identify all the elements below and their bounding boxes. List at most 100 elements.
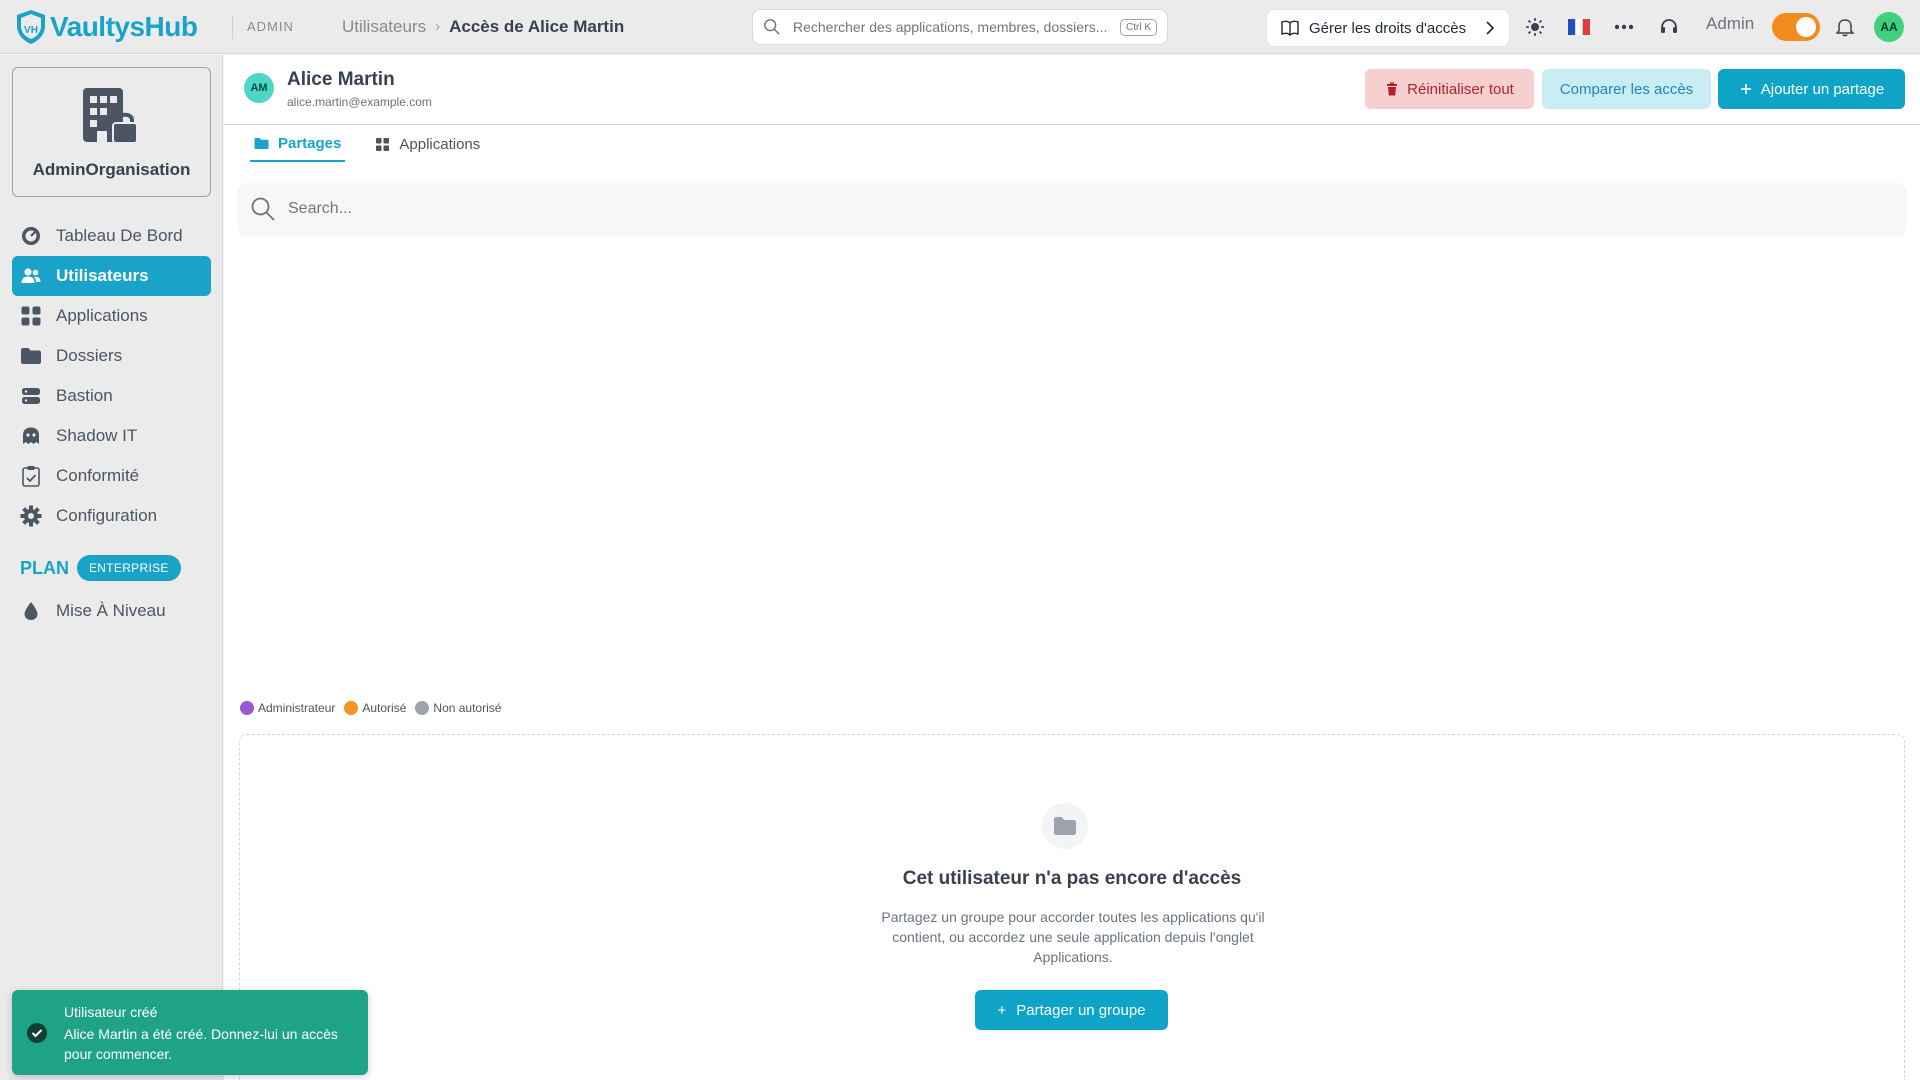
plan-badge: ENTERPRISE	[77, 555, 181, 581]
upgrade-section: Mise À Niveau	[12, 591, 211, 631]
user-avatar-badge: AM	[244, 73, 274, 103]
tab-applications[interactable]: Applications	[371, 135, 484, 162]
sidebar-item-upgrade[interactable]: Mise À Niveau	[12, 591, 211, 631]
legend-authorized: Autorisé	[344, 701, 406, 715]
grid-icon	[376, 138, 390, 151]
trash-icon	[1387, 82, 1398, 96]
building-lock-icon	[82, 88, 138, 144]
plan-row: PLAN ENTERPRISE	[20, 555, 181, 581]
shares-search-input[interactable]	[288, 200, 1906, 218]
top-bar: VH VaultysHub ADMIN Utilisateurs › Accès…	[0, 0, 1920, 54]
sidebar-nav: Tableau De Bord Utilisateurs Application…	[12, 216, 211, 536]
sidebar: AdminOrganisation Tableau De Bord Utilis…	[0, 55, 223, 1080]
sidebar-item-configuration[interactable]: Configuration	[12, 496, 211, 536]
breadcrumb-separator: ›	[435, 18, 441, 35]
compare-access-label: Comparer les accès	[1559, 80, 1694, 98]
empty-state: Cet utilisateur n'a pas encore d'accès P…	[239, 734, 1905, 1080]
toggle-knob	[1796, 17, 1816, 37]
tab-shares[interactable]: Partages	[250, 135, 346, 162]
user-email: alice.martin@example.com	[287, 95, 432, 109]
folder-icon	[21, 348, 41, 364]
server-icon	[22, 388, 40, 404]
sidebar-item-label: Applications	[56, 306, 148, 325]
app-name: VaultysHub	[50, 10, 198, 42]
sidebar-item-label: Bastion	[56, 386, 113, 405]
bell-icon[interactable]	[1832, 14, 1858, 40]
user-header: AM Alice Martin alice.martin@example.com…	[224, 55, 1920, 125]
legend-dot	[415, 701, 430, 715]
sidebar-item-label: Dossiers	[56, 346, 123, 365]
legend-label: Autorisé	[362, 701, 407, 715]
legend-admin: Administrateur	[240, 701, 335, 715]
success-toast[interactable]: Utilisateur créé Alice Martin a été créé…	[12, 990, 368, 1075]
shortcut-hint: Ctrl K	[1120, 18, 1157, 36]
admin-mode-label: Admin	[1706, 14, 1755, 33]
search-icon	[251, 197, 275, 221]
legend-label: Administrateur	[258, 701, 336, 715]
main-content: AM Alice Martin alice.martin@example.com…	[224, 55, 1920, 1080]
empty-title: Cet utilisateur n'a pas encore d'accès	[902, 868, 1242, 889]
toast-message: Alice Martin a été créé. Donnez-lui un a…	[64, 1026, 338, 1062]
reset-all-label: Réinitialiser tout	[1407, 80, 1514, 98]
legend-dot	[240, 701, 254, 715]
support-headset-icon[interactable]	[1656, 14, 1682, 40]
sidebar-item-compliance[interactable]: Conformité	[12, 456, 211, 496]
plus-icon: +	[997, 1001, 1007, 1019]
global-search[interactable]: Ctrl K	[752, 9, 1168, 45]
org-card[interactable]: AdminOrganisation	[12, 67, 211, 197]
admin-mode-toggle[interactable]	[1772, 13, 1820, 41]
breadcrumb-parent[interactable]: Utilisateurs	[342, 17, 426, 37]
tab-label: Applications	[399, 136, 481, 153]
plan-label: PLAN	[20, 557, 69, 578]
sidebar-item-label: Mise À Niveau	[56, 601, 166, 620]
gauge-icon	[22, 227, 40, 245]
sidebar-item-users[interactable]: Utilisateurs	[12, 256, 211, 296]
empty-description: Partagez un groupe pour accorder toutes …	[881, 909, 1265, 965]
legend-label: Non autorisé	[433, 701, 502, 715]
sidebar-item-label: Shadow IT	[56, 426, 138, 445]
breadcrumb: Utilisateurs › Accès de Alice Martin	[342, 17, 762, 37]
app-logo[interactable]: VH VaultysHub	[14, 8, 232, 46]
shield-logo-icon: VH	[17, 9, 45, 44]
sidebar-item-label: Conformité	[56, 466, 140, 485]
language-flag-icon[interactable]	[1566, 14, 1592, 40]
legend-dot	[344, 701, 359, 715]
manage-rights-label: Gérer les droits d'accès	[1309, 19, 1467, 37]
sidebar-item-folders[interactable]: Dossiers	[12, 336, 211, 376]
gear-icon	[20, 505, 42, 527]
plus-icon	[1740, 84, 1751, 94]
search-icon	[764, 19, 780, 35]
sidebar-item-label: Configuration	[56, 506, 158, 525]
tabs: Partages Applications	[250, 135, 510, 162]
user-avatar[interactable]: AA	[1874, 12, 1904, 42]
theme-sun-icon[interactable]	[1522, 14, 1548, 40]
sidebar-item-shadow-it[interactable]: Shadow IT	[12, 416, 211, 456]
grid-icon	[21, 306, 41, 326]
add-share-label: Ajouter un partage	[1760, 80, 1885, 98]
global-search-input[interactable]	[793, 19, 1120, 35]
share-group-button[interactable]: + Partager un groupe	[975, 990, 1168, 1030]
compare-access-button[interactable]: Comparer les accès	[1542, 69, 1711, 109]
more-dots-icon[interactable]	[1611, 14, 1637, 40]
legend-unauthorized: Non autorisé	[415, 701, 501, 715]
sidebar-item-dashboard[interactable]: Tableau De Bord	[12, 216, 211, 256]
manage-rights-button[interactable]: Gérer les droits d'accès	[1266, 9, 1510, 47]
users-icon	[21, 268, 41, 283]
sidebar-item-bastion[interactable]: Bastion	[12, 376, 211, 416]
tab-label: Partages	[278, 135, 342, 152]
clipboard-check-icon	[22, 466, 40, 487]
add-share-button[interactable]: Ajouter un partage	[1718, 69, 1905, 109]
breadcrumb-current: Accès de Alice Martin	[449, 16, 625, 36]
sidebar-item-label: Utilisateurs	[56, 266, 149, 285]
shares-search[interactable]	[238, 183, 1906, 235]
book-open-icon	[1281, 20, 1299, 36]
sidebar-item-applications[interactable]: Applications	[12, 296, 211, 336]
empty-folder-icon	[1042, 803, 1088, 849]
folder-icon	[254, 138, 269, 149]
toast-title: Utilisateur créé	[64, 1004, 158, 1020]
access-legend: Administrateur Autorisé Non autorisé	[240, 701, 510, 715]
drop-icon	[24, 602, 38, 620]
reset-all-button[interactable]: Réinitialiser tout	[1365, 69, 1534, 109]
svg-text:VH: VH	[24, 25, 38, 36]
share-group-label: Partager un groupe	[1016, 1001, 1146, 1019]
